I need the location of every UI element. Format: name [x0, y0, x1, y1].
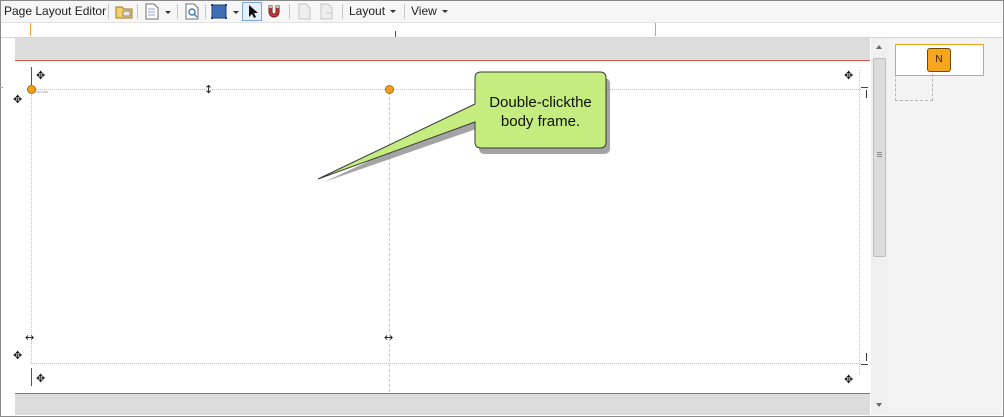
callout-line-1: Double-clickthe	[489, 94, 592, 111]
callout-bubble	[317, 71, 610, 182]
callout-text: Double-clickthe body frame.	[478, 93, 603, 131]
callout-line-2: body frame.	[500, 113, 581, 130]
